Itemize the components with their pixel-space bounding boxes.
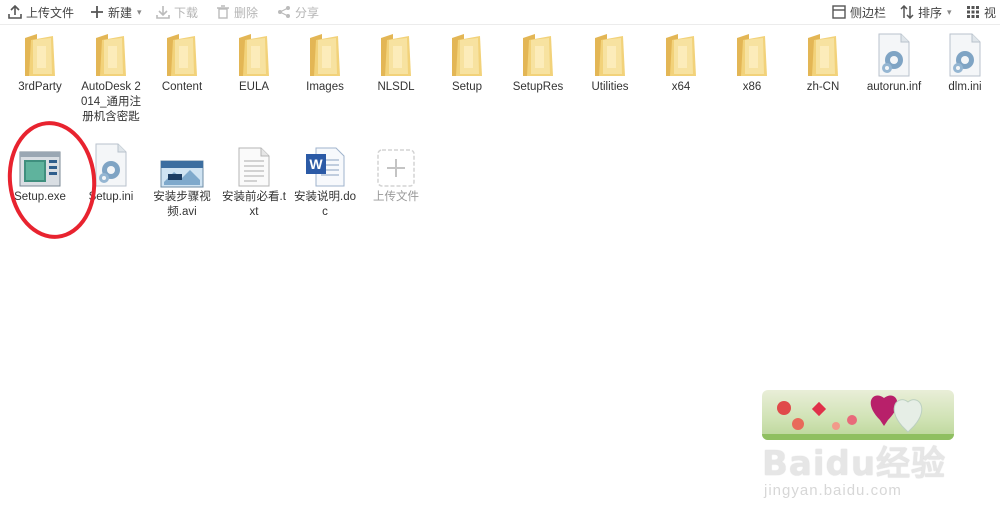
watermark-url: jingyan.baidu.com (764, 482, 902, 499)
file-name: Utilities (591, 81, 629, 93)
file-name: zh-CN (806, 81, 840, 93)
file-item[interactable]: Setup (435, 30, 499, 95)
plus-icon (364, 140, 428, 188)
file-name: SetupRes (512, 81, 564, 93)
file-item[interactable]: zh-CN (791, 30, 855, 95)
text-file-icon (222, 140, 286, 188)
file-item[interactable]: x86 (720, 30, 784, 95)
exe-icon (8, 140, 72, 188)
folder-icon (506, 30, 570, 78)
file-item[interactable]: 安装前必看.txt (222, 140, 286, 220)
file-name: 安装说明.doc (294, 191, 356, 218)
watermark-brand: Baidu经验 (762, 444, 947, 484)
upload-tile-label: 上传文件 (373, 191, 419, 203)
video-file-icon (150, 140, 214, 188)
file-item[interactable]: NLSDL (364, 30, 428, 95)
file-name: x64 (671, 81, 691, 93)
settings-file-icon (79, 140, 143, 188)
file-item[interactable]: Setup.exe (8, 140, 72, 205)
folder-icon (222, 30, 286, 78)
file-name: EULA (238, 81, 270, 93)
folder-icon (8, 30, 72, 78)
file-name: 安装前必看.txt (222, 191, 286, 218)
file-item[interactable]: W 安装说明.doc (293, 140, 357, 220)
file-item[interactable]: Images (293, 30, 357, 95)
folder-icon (435, 30, 499, 78)
file-name: Images (306, 81, 344, 93)
file-item[interactable]: x64 (649, 30, 713, 95)
file-name: Content (161, 81, 203, 93)
file-name: Setup (451, 81, 483, 93)
file-item[interactable]: SetupRes (506, 30, 570, 95)
file-item[interactable]: 3rdParty (8, 30, 72, 95)
folder-icon (791, 30, 855, 78)
file-name: Setup.exe (14, 191, 66, 203)
file-item[interactable]: AutoDesk 2014_通用注册机含密匙 (79, 30, 143, 125)
folder-icon (293, 30, 357, 78)
file-item[interactable]: EULA (222, 30, 286, 95)
watermark-banner-image (762, 390, 954, 440)
folder-icon (720, 30, 784, 78)
folder-icon (79, 30, 143, 78)
settings-file-icon (933, 30, 997, 78)
file-item[interactable]: autorun.inf (862, 30, 926, 95)
file-item[interactable]: Setup.ini (79, 140, 143, 205)
file-item[interactable]: Utilities (578, 30, 642, 95)
file-item[interactable]: dlm.ini (933, 30, 997, 95)
file-item[interactable]: 安装步骤视频.avi (150, 140, 214, 220)
file-name: x86 (742, 81, 762, 93)
folder-icon (364, 30, 428, 78)
settings-file-icon (862, 30, 926, 78)
folder-icon (578, 30, 642, 78)
svg-text:W: W (309, 156, 323, 172)
file-name: AutoDesk 2014_通用注册机含密匙 (80, 81, 142, 123)
file-item[interactable]: Content (150, 30, 214, 95)
baidu-jingyan-watermark: Baidu经验 jingyan.baidu.com (762, 390, 958, 510)
file-name: NLSDL (377, 81, 415, 93)
file-name: Setup.ini (88, 191, 134, 203)
upload-tile[interactable]: 上传文件 (364, 140, 428, 205)
word-document-icon: W (293, 140, 357, 188)
file-name: 安装步骤视频.avi (153, 191, 211, 218)
file-name: dlm.ini (948, 81, 982, 93)
folder-icon (649, 30, 713, 78)
file-name: 3rdParty (18, 81, 62, 93)
folder-icon (150, 30, 214, 78)
file-name: autorun.inf (866, 81, 922, 93)
